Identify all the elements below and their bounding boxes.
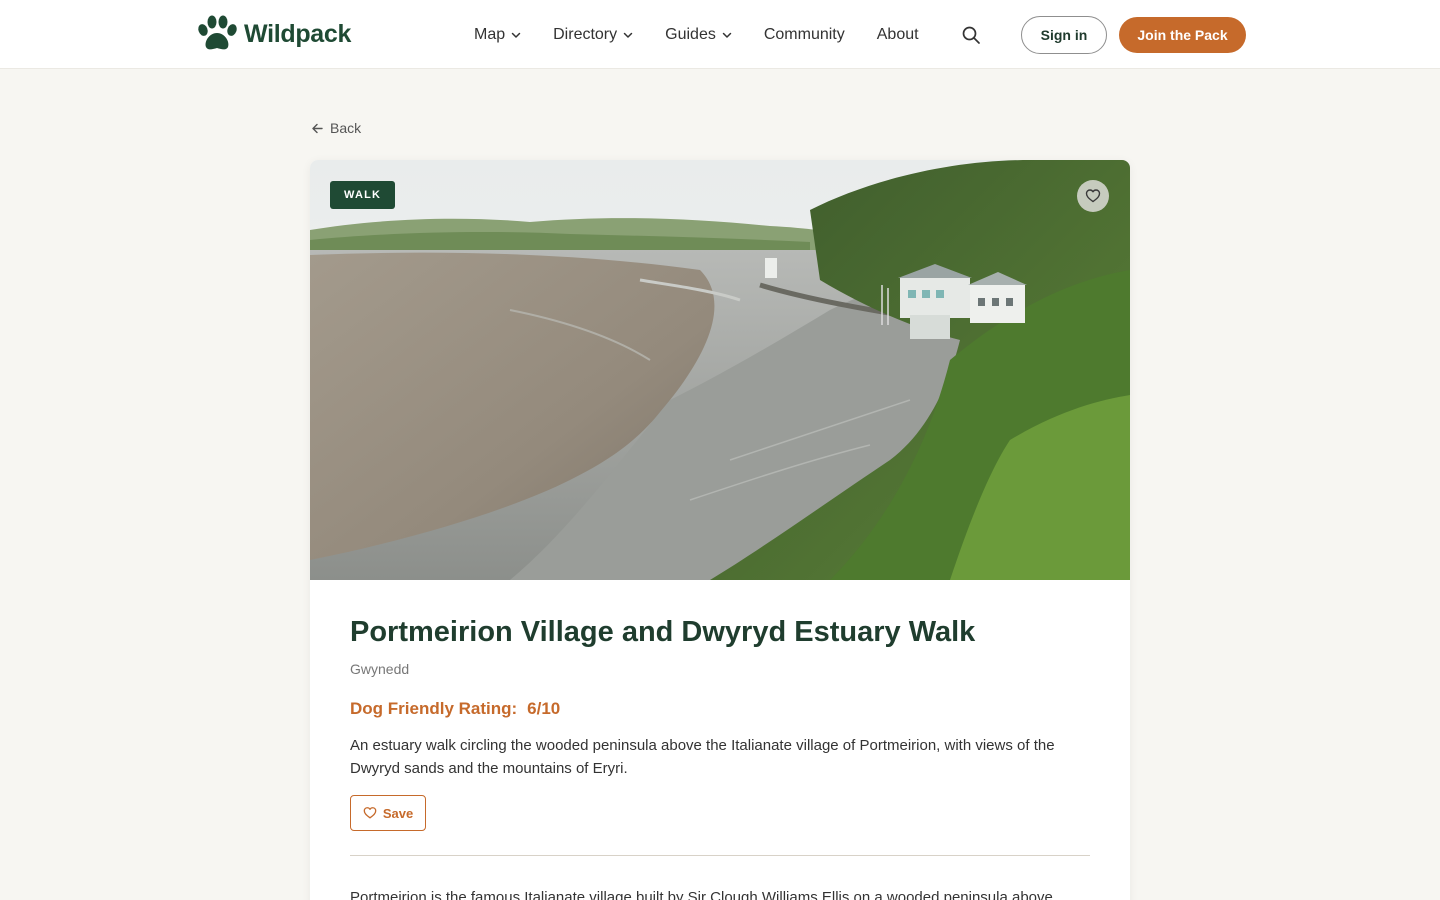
listing-body: Portmeirion is the famous Italianate vil… (350, 889, 1053, 900)
main-nav: Map Directory Guides Community About (474, 24, 951, 46)
estuary-photo (310, 160, 1130, 580)
nav-item-community[interactable]: Community (764, 26, 845, 44)
chevron-down-icon (623, 32, 633, 38)
category-badge: WALK (330, 181, 396, 209)
hero-image: WALK (310, 160, 1130, 580)
listing-title: Portmeirion Village and Dwyryd Estuary W… (350, 616, 976, 648)
back-label: Back (330, 120, 362, 136)
nav-item-label: Community (763, 26, 845, 43)
brand-logo[interactable]: Wildpack (196, 15, 351, 53)
back-link[interactable]: Back (311, 120, 361, 136)
site-header: Wildpack Map Directory Guides Community … (0, 0, 1440, 69)
heart-icon (363, 807, 377, 819)
chevron-down-icon (511, 32, 521, 38)
rating-label: Dog Friendly Rating: (350, 699, 518, 718)
heart-icon (1085, 189, 1101, 203)
dog-friendly-rating: Dog Friendly Rating: 6/10 (350, 699, 560, 719)
listing-region: Gwynedd (350, 661, 410, 677)
search-icon (962, 26, 980, 44)
search-button[interactable] (961, 25, 981, 45)
save-label: Save (382, 805, 414, 821)
nav-item-directory[interactable]: Directory (553, 26, 633, 44)
nav-item-map[interactable]: Map (474, 26, 521, 44)
rating-value: 6/10 (527, 699, 561, 718)
nav-item-label: About (876, 26, 919, 43)
listing-card: WALK Portmeirion Village and Dwyryd Estu… (310, 160, 1130, 900)
arrow-left-icon (312, 123, 323, 133)
save-button[interactable]: Save (350, 795, 426, 831)
favourite-button[interactable] (1077, 180, 1109, 212)
paw-icon (198, 15, 237, 50)
chevron-down-icon (722, 32, 732, 38)
nav-item-label: Directory (553, 26, 618, 43)
join-button[interactable]: Join the Pack (1119, 17, 1246, 53)
listing-description: An estuary walk circling the wooded peni… (350, 737, 1055, 777)
nav-item-guides[interactable]: Guides (665, 26, 732, 44)
section-divider (350, 855, 1090, 856)
nav-item-about[interactable]: About (877, 26, 919, 44)
sign-in-button[interactable]: Sign in (1021, 16, 1107, 54)
brand-name: Wildpack (244, 19, 352, 48)
nav-item-label: Guides (665, 26, 716, 43)
nav-item-label: Map (474, 26, 506, 43)
